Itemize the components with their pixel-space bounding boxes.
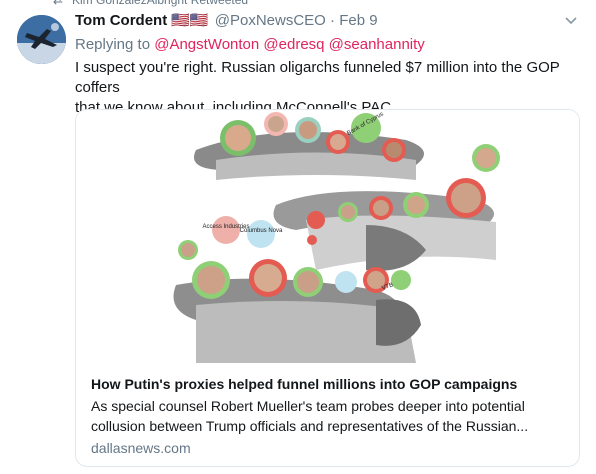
reply-context: Replying to @AngstWonton @edresq @seanha… xyxy=(75,35,585,55)
card-description-line: collusion between Trump officials and re… xyxy=(91,418,529,434)
card-description-line: As special counsel Robert Mueller's team… xyxy=(91,398,525,414)
reply-mention[interactable]: @AngstWonton xyxy=(154,36,259,53)
tweet-text-line: I suspect you're right. Russian oligarch… xyxy=(75,59,560,96)
avatar[interactable] xyxy=(17,15,66,64)
retweet-bar: ⇄ Kim GonzalezAlbright Retweeted xyxy=(0,0,596,8)
card-domain[interactable]: dallasnews.com xyxy=(91,438,566,458)
retweet-label[interactable]: Kim GonzalezAlbright Retweeted xyxy=(72,0,248,8)
flag-emoji: 🇺🇸🇺🇸 xyxy=(171,12,209,29)
card-title[interactable]: How Putin's proxies helped funnel millio… xyxy=(91,374,566,394)
tweet-header: Tom Cordent 🇺🇸🇺🇸 @PoxNewsCEO · Feb 9 xyxy=(75,10,585,32)
link-card[interactable]: Bank of Cyprus Columbus Nova Access Indust… xyxy=(75,109,580,467)
separator: · xyxy=(330,12,336,29)
chevron-down-icon[interactable] xyxy=(565,16,577,26)
tweet[interactable]: Tom Cordent 🇺🇸🇺🇸 @PoxNewsCEO · Feb 9 Repl… xyxy=(75,10,585,467)
card-body: How Putin's proxies helped funnel millio… xyxy=(91,374,566,458)
retweet-icon: ⇄ xyxy=(53,0,64,7)
illustration-label: Access Industries xyxy=(202,224,249,230)
author-name[interactable]: Tom Cordent xyxy=(75,12,167,29)
reply-mention[interactable]: @edresq xyxy=(263,36,324,53)
card-illustration: Bank of CyprusColumbus NovaAccess Indust… xyxy=(76,110,579,363)
card-image[interactable]: Bank of Cyprus Columbus Nova Access Indust… xyxy=(76,110,579,363)
tweet-time[interactable]: Feb 9 xyxy=(339,12,377,29)
reply-mention[interactable]: @seanhannity xyxy=(329,36,425,53)
card-description: As special counsel Robert Mueller's team… xyxy=(91,396,566,436)
avatar-image xyxy=(17,15,66,64)
reply-prefix: Replying to xyxy=(75,36,151,53)
author-handle[interactable]: @PoxNewsCEO xyxy=(215,12,326,29)
